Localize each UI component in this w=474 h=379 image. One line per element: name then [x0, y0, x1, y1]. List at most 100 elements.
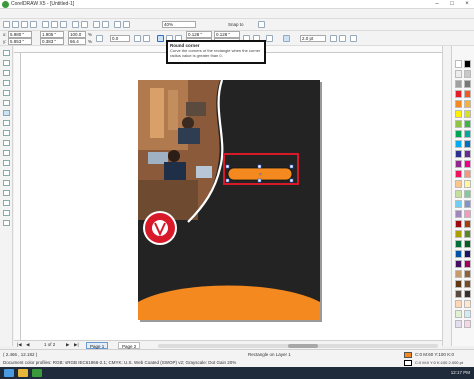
outline-width-select[interactable]: 2.0 pt: [300, 35, 326, 42]
zoom-level-select[interactable]: 40%: [162, 21, 196, 28]
freehand-tool-icon[interactable]: [3, 90, 10, 96]
palette-swatch[interactable]: [464, 230, 471, 238]
connector-tool-icon[interactable]: [3, 170, 10, 176]
palette-swatch[interactable]: [464, 160, 471, 168]
palette-swatch[interactable]: [455, 120, 462, 128]
palette-swatch[interactable]: [464, 320, 471, 328]
dimension-tool-icon[interactable]: [3, 160, 10, 166]
document-page[interactable]: ×: [138, 80, 320, 320]
page-tab-1[interactable]: Page 1: [86, 342, 109, 349]
palette-swatch[interactable]: [464, 190, 471, 198]
red-logo-badge[interactable]: [143, 211, 177, 245]
palette-swatch[interactable]: [455, 180, 462, 188]
to-front-icon[interactable]: [330, 35, 337, 42]
prev-page-button[interactable]: ◀: [26, 342, 29, 348]
application-launcher-icon[interactable]: [114, 21, 121, 28]
palette-swatch[interactable]: [464, 200, 471, 208]
print-icon[interactable]: [30, 21, 37, 28]
open-icon[interactable]: [12, 21, 19, 28]
x-position-field[interactable]: 5.980 ": [8, 31, 32, 38]
palette-swatch[interactable]: [455, 270, 462, 278]
wrap-text-icon[interactable]: [266, 35, 273, 42]
docker-tabs[interactable]: [442, 46, 451, 346]
palette-swatch[interactable]: [455, 160, 462, 168]
palette-swatch[interactable]: [455, 300, 462, 308]
palette-swatch[interactable]: [464, 100, 471, 108]
palette-swatch[interactable]: [455, 200, 462, 208]
redo-icon[interactable]: [81, 21, 88, 28]
crop-tool-icon[interactable]: [3, 70, 10, 76]
start-button-icon[interactable]: [4, 369, 14, 377]
color-profiles-info[interactable]: Document color profiles: RGB: sRGB IEC61…: [3, 360, 236, 365]
blend-tool-icon[interactable]: [3, 180, 10, 186]
pick-tool-icon[interactable]: [3, 50, 10, 56]
palette-swatch[interactable]: [455, 60, 462, 68]
to-back-icon[interactable]: [339, 35, 346, 42]
fill-tool-icon[interactable]: [3, 210, 10, 216]
options-icon[interactable]: [258, 21, 265, 28]
scrollbar-thumb[interactable]: [288, 344, 318, 348]
palette-swatch[interactable]: [464, 70, 471, 78]
palette-swatch[interactable]: [464, 170, 471, 178]
palette-swatch[interactable]: [464, 140, 471, 148]
palette-swatch[interactable]: [464, 270, 471, 278]
palette-swatch[interactable]: [455, 70, 462, 78]
polygon-tool-icon[interactable]: [3, 130, 10, 136]
new-document-icon[interactable]: [3, 21, 10, 28]
palette-swatch[interactable]: [464, 150, 471, 158]
eyedropper-tool-icon[interactable]: [3, 190, 10, 196]
mirror-vertical-icon[interactable]: [143, 35, 150, 42]
palette-swatch[interactable]: [455, 190, 462, 198]
palette-swatch[interactable]: [455, 140, 462, 148]
y-position-field[interactable]: 5.853 ": [8, 38, 32, 45]
undo-icon[interactable]: [72, 21, 79, 28]
palette-swatch[interactable]: [464, 120, 471, 128]
snap-to-dropdown[interactable]: Snap to: [228, 22, 244, 27]
fill-color-swatch[interactable]: [404, 352, 412, 358]
palette-swatch[interactable]: [464, 130, 471, 138]
palette-swatch[interactable]: [455, 170, 462, 178]
vertical-ruler[interactable]: [14, 53, 21, 340]
palette-swatch[interactable]: [455, 320, 462, 328]
rotation-angle-field[interactable]: 0.0: [110, 35, 130, 42]
height-field[interactable]: 0.383 ": [40, 38, 64, 45]
palette-swatch[interactable]: [464, 260, 471, 268]
palette-swatch[interactable]: [455, 290, 462, 298]
palette-swatch[interactable]: [455, 250, 462, 258]
outline-color-swatch[interactable]: [404, 360, 412, 366]
palette-swatch[interactable]: [455, 260, 462, 268]
scale-height-field[interactable]: 66.4: [68, 38, 86, 45]
zoom-tool-icon[interactable]: [3, 80, 10, 86]
corner-radius-top-left-field[interactable]: 0.128 ": [186, 31, 212, 38]
palette-swatch[interactable]: [464, 310, 471, 318]
palette-swatch[interactable]: [464, 90, 471, 98]
outline-tool-icon[interactable]: [3, 200, 10, 206]
corner-radius-top-right-field[interactable]: 0.128 ": [214, 31, 240, 38]
palette-swatch[interactable]: [464, 110, 471, 118]
paste-icon[interactable]: [60, 21, 67, 28]
welcome-screen-icon[interactable]: [123, 21, 130, 28]
minimize-button[interactable]: –: [430, 0, 444, 9]
palette-swatch[interactable]: [455, 110, 462, 118]
page-tab-2[interactable]: Page 2: [118, 342, 141, 349]
rectangle-tool-icon[interactable]: [3, 110, 10, 116]
smart-fill-tool-icon[interactable]: [3, 100, 10, 106]
maximize-button[interactable]: □: [445, 0, 459, 9]
first-page-button[interactable]: |◀: [17, 342, 22, 348]
copy-icon[interactable]: [51, 21, 58, 28]
table-tool-icon[interactable]: [3, 150, 10, 156]
width-field[interactable]: 1.905 ": [40, 31, 64, 38]
palette-swatch[interactable]: [464, 80, 471, 88]
palette-swatch[interactable]: [455, 90, 462, 98]
palette-swatch[interactable]: [455, 230, 462, 238]
interactive-fill-tool-icon[interactable]: [3, 220, 10, 226]
palette-swatch[interactable]: [455, 310, 462, 318]
palette-swatch[interactable]: [455, 210, 462, 218]
palette-swatch[interactable]: [455, 150, 462, 158]
save-icon[interactable]: [21, 21, 28, 28]
palette-swatch[interactable]: [455, 100, 462, 108]
file-explorer-icon[interactable]: [18, 369, 28, 377]
palette-swatch[interactable]: [464, 240, 471, 248]
convert-to-curves-icon[interactable]: [350, 35, 357, 42]
text-tool-icon[interactable]: [3, 140, 10, 146]
